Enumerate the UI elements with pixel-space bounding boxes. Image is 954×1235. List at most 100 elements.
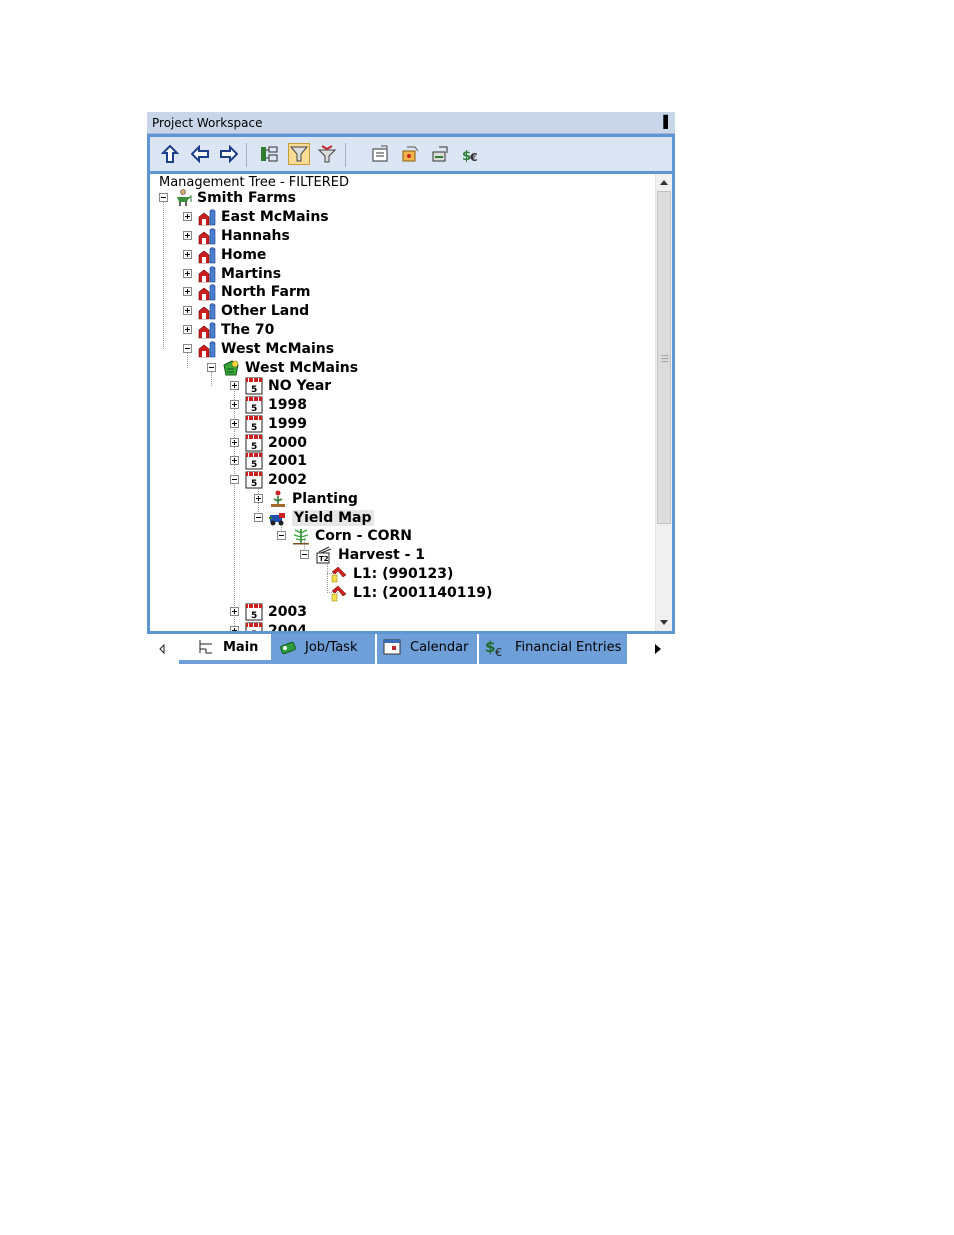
tree-node[interactable]: T2 Harvest - 1 <box>300 545 425 564</box>
tree-node-label: 2002 <box>268 471 307 488</box>
tree-node-label: Corn - CORN <box>315 527 412 544</box>
vertical-scrollbar[interactable]: — — — <box>655 174 672 631</box>
tree-node[interactable]: 5 2002 <box>230 470 307 489</box>
expand-icon[interactable] <box>254 494 263 503</box>
tree-node[interactable]: North Farm <box>183 282 310 301</box>
tree-node[interactable]: 5 2000 <box>230 433 307 452</box>
expand-icon[interactable] <box>183 325 192 334</box>
tree-node-label: Martins <box>221 265 282 282</box>
forward-arrow-icon[interactable] <box>218 143 240 165</box>
tree-node[interactable]: Hannahs <box>183 226 290 245</box>
expand-icon[interactable] <box>230 381 239 390</box>
tree-node[interactable]: Yield Map <box>254 508 374 527</box>
tab-calendar-label: Calendar <box>410 639 469 655</box>
tree-node-label: Smith Farms <box>197 189 297 206</box>
layer-icon <box>330 584 353 602</box>
report-icon[interactable] <box>399 143 421 165</box>
tree-node-label: West McMains <box>245 359 359 376</box>
tree-node[interactable]: Smith Farms <box>159 188 296 207</box>
tree-node-label: 2004 <box>268 622 307 632</box>
pin-icon[interactable]: ▐ <box>659 115 668 129</box>
svg-text:5: 5 <box>251 479 257 489</box>
toolbar-separator <box>246 143 247 167</box>
tree-node[interactable]: L1: (2001140119) <box>330 583 492 602</box>
tree-node[interactable]: West McMains <box>207 358 358 377</box>
calendar-year-icon: 5 <box>245 377 268 395</box>
tree-node-label: Other Land <box>221 302 310 319</box>
collapse-icon[interactable] <box>183 344 192 353</box>
tab-scroll-right[interactable] <box>627 634 675 664</box>
expand-icon[interactable] <box>230 438 239 447</box>
tree-node[interactable]: Other Land <box>183 301 309 320</box>
expand-icon[interactable] <box>183 269 192 278</box>
expand-icon[interactable] <box>230 456 239 465</box>
tab-job-task[interactable]: Job/Task <box>271 634 375 660</box>
svg-text:5: 5 <box>251 630 257 632</box>
collapse-icon[interactable] <box>277 531 286 540</box>
farm-icon <box>198 302 221 320</box>
job-task-icon <box>280 641 296 655</box>
tree-node[interactable]: 5 2003 <box>230 602 307 621</box>
panel-frame: $ € Management Tree - FILTERED Smith Farm… <box>147 134 675 634</box>
collapse-icon[interactable] <box>300 550 309 559</box>
tree-node[interactable]: East McMains <box>183 207 329 226</box>
filter-icon[interactable] <box>288 143 310 165</box>
expand-icon[interactable] <box>183 306 192 315</box>
tree-node[interactable]: 5 2001 <box>230 451 307 470</box>
expand-icon[interactable] <box>230 607 239 616</box>
tab-job-task-label: Job/Task <box>305 639 358 655</box>
svg-text:T2: T2 <box>319 555 329 563</box>
tree-node[interactable]: Martins <box>183 264 281 283</box>
svg-text:5: 5 <box>251 404 257 414</box>
tree-node[interactable]: West McMains <box>183 339 334 358</box>
toolbar: $ € <box>150 137 672 171</box>
collapse-icon[interactable] <box>254 513 263 522</box>
svg-text:€: € <box>469 151 478 163</box>
expand-icon[interactable] <box>230 419 239 428</box>
tree-node-label: NO Year <box>268 377 332 394</box>
tree-node[interactable]: 5 NO Year <box>230 376 331 395</box>
scroll-up-icon[interactable] <box>660 180 668 185</box>
tree-node[interactable]: Planting <box>254 489 358 508</box>
layer-icon <box>330 565 353 583</box>
properties-icon[interactable] <box>369 143 391 165</box>
expand-icon[interactable] <box>230 626 239 631</box>
tree-node[interactable]: Corn - CORN <box>277 526 412 545</box>
expand-icon[interactable] <box>183 250 192 259</box>
financial-icon[interactable]: $ € <box>460 143 482 165</box>
tree-node[interactable]: 5 1998 <box>230 395 307 414</box>
tree-node[interactable]: 5 1999 <box>230 414 307 433</box>
export-icon[interactable] <box>429 143 451 165</box>
farm-icon <box>198 208 221 226</box>
expand-icon[interactable] <box>183 287 192 296</box>
tab-scroll-left[interactable] <box>147 634 179 664</box>
tree-node-label: L1: (2001140119) <box>353 584 493 601</box>
expand-icon[interactable] <box>183 212 192 221</box>
filter-remove-icon[interactable] <box>316 143 338 165</box>
up-arrow-icon[interactable] <box>159 143 181 165</box>
collapse-icon[interactable] <box>159 193 168 202</box>
calendar-year-icon: 5 <box>245 415 268 433</box>
tree-node[interactable]: L1: (990123) <box>330 564 453 583</box>
tree-view-icon[interactable] <box>258 143 280 165</box>
tab-calendar[interactable]: Calendar <box>377 634 477 660</box>
tree-node-label: 1998 <box>268 396 307 413</box>
collapse-icon[interactable] <box>230 475 239 484</box>
tab-financial-entries-label: Financial Entries <box>515 639 622 655</box>
scroll-thumb[interactable]: — — — <box>657 191 671 524</box>
management-tree[interactable]: Management Tree - FILTERED Smith Farms Ea… <box>150 174 672 631</box>
collapse-icon[interactable] <box>207 363 216 372</box>
panel-title: Project Workspace <box>152 116 263 130</box>
back-arrow-icon[interactable] <box>189 143 211 165</box>
calendar-icon <box>383 639 401 655</box>
expand-icon[interactable] <box>183 231 192 240</box>
tab-main[interactable]: Main <box>179 634 271 660</box>
tree-node-label: Harvest - 1 <box>338 546 426 563</box>
tab-financial-entries[interactable]: $ € Financial Entries <box>479 634 625 660</box>
svg-text:5: 5 <box>251 460 257 470</box>
scroll-down-icon[interactable] <box>660 620 668 625</box>
tree-node[interactable]: The 70 <box>183 320 274 339</box>
expand-icon[interactable] <box>230 400 239 409</box>
tree-node[interactable]: 5 2004 <box>230 621 307 631</box>
tree-node[interactable]: Home <box>183 245 266 264</box>
